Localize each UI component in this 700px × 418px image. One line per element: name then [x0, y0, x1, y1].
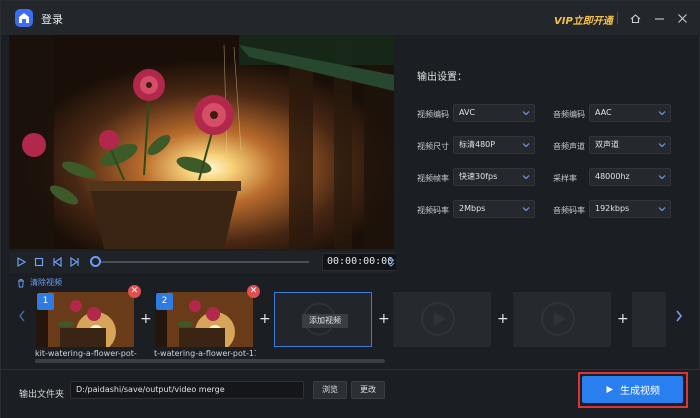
video-preview[interactable] — [9, 35, 394, 249]
plus-icon[interactable]: + — [497, 311, 509, 327]
chevron-down-icon — [658, 207, 666, 212]
title-divider — [617, 12, 618, 24]
audio-channel-select[interactable]: 双声道 — [589, 136, 671, 154]
clip-strip-scrollbar[interactable] — [35, 359, 385, 363]
output-folder-field[interactable]: D:/paidashi/save/output/video merge — [70, 381, 304, 399]
video-clip[interactable]: 2 ✕ — [155, 285, 260, 347]
audio-codec-label: 音频编码 — [553, 110, 585, 119]
clip-number-badge: 1 — [37, 293, 54, 310]
audio-bitrate-select[interactable]: 192kbps — [589, 200, 671, 218]
chevron-down-icon — [658, 143, 666, 148]
change-button[interactable]: 更改 — [351, 381, 385, 399]
audio-bitrate-label: 音频码率 — [553, 206, 585, 215]
vip-upgrade-link[interactable]: VIP立即开通 — [554, 12, 613, 27]
player-controls: 00:00:00:00 — [9, 251, 399, 273]
chevron-down-icon — [658, 175, 666, 180]
scroll-left-icon[interactable] — [17, 309, 27, 323]
clip-name: kit-watering-a-flower-pot-1 — [35, 349, 137, 358]
output-bar: 输出文件夹 D:/paidashi/save/output/video merg… — [1, 369, 700, 418]
empty-clip-slot[interactable] — [393, 292, 491, 347]
generate-video-button[interactable]: 生成视频 — [582, 376, 683, 403]
minimize-icon[interactable] — [652, 11, 666, 25]
audio-codec-value: AAC — [595, 108, 612, 117]
chevron-down-icon — [522, 207, 530, 212]
next-frame-icon[interactable] — [69, 256, 81, 268]
sample-rate-select[interactable]: 48000hz — [589, 168, 671, 186]
output-settings-panel: 输出设置： 视频编码 AVC 音频编码 AAC 视频尺寸 标清480P 音频声道… — [396, 35, 696, 273]
audio-channel-value: 双声道 — [595, 140, 619, 149]
plus-icon[interactable]: + — [259, 311, 271, 327]
sample-rate-value: 48000hz — [595, 172, 630, 181]
video-size-label: 视频尺寸 — [417, 142, 449, 151]
add-video-label: 添加视频 — [302, 314, 348, 328]
stop-icon[interactable] — [33, 256, 45, 268]
close-icon[interactable] — [675, 11, 689, 25]
app-logo-icon — [15, 9, 33, 27]
login-link[interactable]: 登录 — [41, 11, 63, 27]
audio-codec-select[interactable]: AAC — [589, 104, 671, 122]
delete-clip-icon[interactable]: ✕ — [128, 285, 141, 298]
video-size-select[interactable]: 标清480P — [453, 136, 535, 154]
frame-rate-value: 快速30fps — [459, 172, 498, 181]
empty-clip-slot[interactable] — [513, 292, 611, 347]
seek-bar[interactable] — [97, 261, 309, 263]
video-codec-value: AVC — [459, 108, 476, 117]
frame-rate-label: 视频帧率 — [417, 174, 449, 183]
plus-icon[interactable]: + — [378, 311, 390, 327]
video-bitrate-value: 2Mbps — [459, 204, 486, 213]
plus-icon[interactable]: + — [140, 311, 152, 327]
play-placeholder-icon — [421, 302, 455, 336]
chevron-down-icon — [658, 111, 666, 116]
app-window: 登录 VIP立即开通 00:00:00:00 输出设置： 视频编码 AVC 音频… — [0, 0, 700, 418]
trash-icon — [18, 278, 24, 287]
play-icon[interactable] — [15, 256, 27, 268]
settings-title: 输出设置： — [417, 72, 467, 83]
title-bar: 登录 VIP立即开通 — [1, 1, 700, 35]
play-icon — [606, 386, 613, 393]
home-icon[interactable] — [628, 11, 642, 25]
browse-button[interactable]: 浏览 — [313, 381, 347, 399]
chevron-down-icon — [522, 143, 530, 148]
timecode-value: 00:00:00:00 — [327, 256, 394, 267]
video-size-value: 标清480P — [459, 140, 496, 149]
sample-rate-label: 采样率 — [553, 174, 577, 183]
chevron-down-icon — [522, 175, 530, 180]
empty-clip-slot[interactable] — [632, 292, 666, 347]
frame-rate-select[interactable]: 快速30fps — [453, 168, 535, 186]
video-bitrate-select[interactable]: 2Mbps — [453, 200, 535, 218]
timecode-field[interactable]: 00:00:00:00 — [322, 253, 399, 271]
video-clip[interactable]: 1 ✕ — [36, 285, 141, 347]
video-codec-label: 视频编码 — [417, 110, 449, 119]
previous-frame-icon[interactable] — [51, 256, 63, 268]
audio-channel-label: 音频声道 — [553, 142, 585, 151]
output-folder-label: 输出文件夹 — [19, 390, 65, 400]
play-placeholder-icon — [541, 302, 575, 336]
plus-icon[interactable]: + — [617, 311, 629, 327]
add-video-slot[interactable]: 添加视频 — [274, 292, 372, 347]
clear-videos-label: 清除视频 — [30, 278, 62, 287]
chevron-down-icon — [522, 111, 530, 116]
video-bitrate-label: 视频码率 — [417, 206, 449, 215]
clear-videos-button[interactable]: 清除视频 — [16, 277, 62, 288]
scroll-right-icon[interactable] — [674, 309, 684, 323]
generate-video-label: 生成视频 — [620, 386, 660, 397]
clip-name: t-watering-a-flower-pot-17€ — [154, 349, 256, 358]
delete-clip-icon[interactable]: ✕ — [247, 285, 260, 298]
timecode-spinner-icon[interactable] — [387, 256, 395, 268]
audio-bitrate-value: 192kbps — [595, 204, 630, 213]
seek-handle[interactable] — [90, 256, 101, 267]
clip-number-badge: 2 — [156, 293, 173, 310]
video-codec-select[interactable]: AVC — [453, 104, 535, 122]
